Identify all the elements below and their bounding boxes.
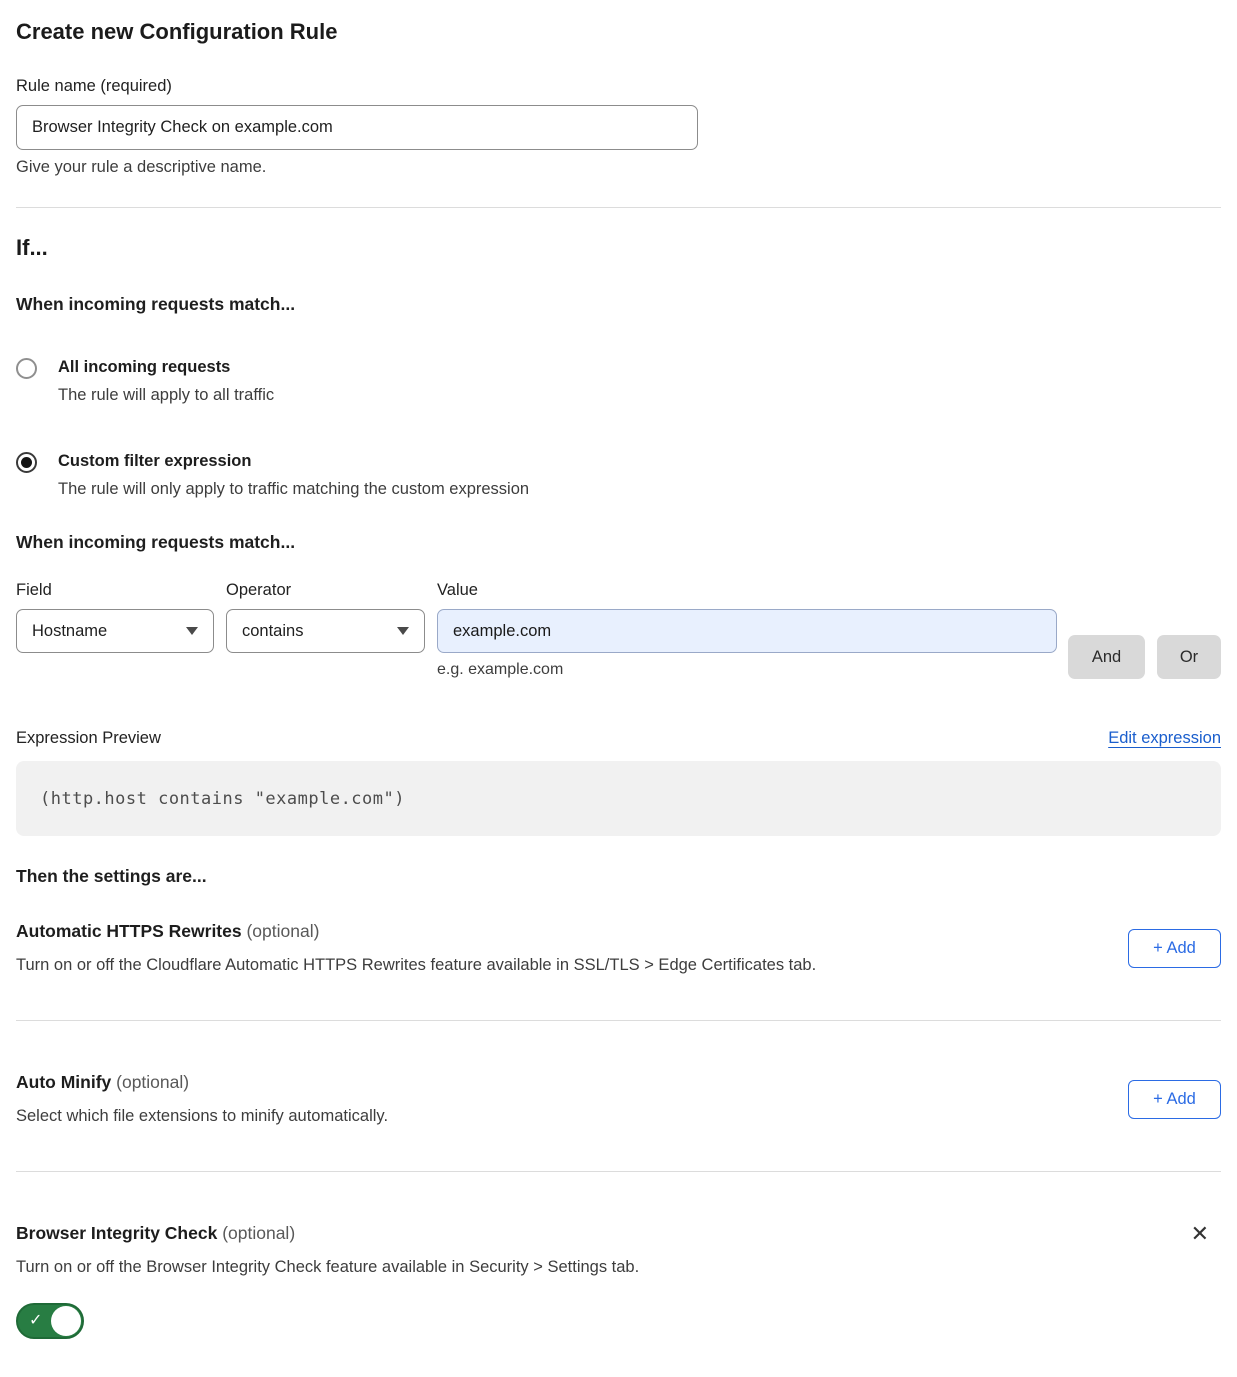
field-label: Field bbox=[16, 581, 214, 600]
create-configuration-rule-page: Create new Configuration Rule Rule name … bbox=[0, 0, 1237, 1359]
expression-preview-header: Expression Preview Edit expression bbox=[16, 729, 1221, 748]
radio-option-all-incoming[interactable]: All incoming requests The rule will appl… bbox=[16, 357, 1221, 405]
add-auto-minify-button[interactable]: + Add bbox=[1128, 1080, 1221, 1119]
setting-title: Auto Minify bbox=[16, 1072, 111, 1092]
setting-auto-minify: Auto Minify (optional) Select which file… bbox=[16, 1071, 1221, 1126]
page-title: Create new Configuration Rule bbox=[16, 18, 1221, 46]
builder-labels-row: Field Operator Value bbox=[16, 581, 1221, 600]
radio-description: The rule will only apply to traffic matc… bbox=[58, 479, 529, 499]
setting-title-row: Auto Minify (optional) bbox=[16, 1071, 388, 1093]
field-select[interactable]: Hostname bbox=[16, 609, 214, 653]
if-heading: If... bbox=[16, 235, 1221, 261]
and-button[interactable]: And bbox=[1068, 635, 1145, 679]
expression-preview-label: Expression Preview bbox=[16, 729, 161, 748]
radio-button-selected[interactable] bbox=[16, 452, 37, 473]
setting-title: Automatic HTTPS Rewrites bbox=[16, 921, 242, 941]
close-icon[interactable]: ✕ bbox=[1191, 1224, 1209, 1246]
then-heading: Then the settings are... bbox=[16, 866, 1221, 887]
setting-title: Browser Integrity Check bbox=[16, 1223, 217, 1243]
chevron-down-icon bbox=[397, 627, 409, 635]
expression-code: (http.host contains "example.com") bbox=[40, 789, 405, 809]
rule-name-input[interactable] bbox=[16, 105, 698, 150]
rule-name-help: Give your rule a descriptive name. bbox=[16, 158, 1221, 177]
section-divider bbox=[16, 207, 1221, 208]
expression-preview-box: (http.host contains "example.com") bbox=[16, 761, 1221, 836]
optional-tag: (optional) bbox=[222, 1223, 295, 1243]
setting-title-row: Automatic HTTPS Rewrites (optional) bbox=[16, 920, 816, 942]
or-button[interactable]: Or bbox=[1157, 635, 1221, 679]
field-select-value: Hostname bbox=[32, 622, 107, 641]
value-label: Value bbox=[437, 581, 1057, 600]
radio-button-unselected[interactable] bbox=[16, 358, 37, 379]
value-hint: e.g. example.com bbox=[437, 661, 1057, 679]
edit-expression-link[interactable]: Edit expression bbox=[1108, 729, 1221, 748]
builder-controls-row: Hostname contains e.g. example.com And O… bbox=[16, 609, 1221, 679]
optional-tag: (optional) bbox=[246, 921, 319, 941]
radio-label: All incoming requests bbox=[58, 357, 274, 377]
settings-divider bbox=[16, 1171, 1221, 1172]
value-input[interactable] bbox=[437, 609, 1057, 653]
setting-browser-integrity-check: Browser Integrity Check (optional) Turn … bbox=[16, 1222, 1221, 1339]
radio-option-custom-filter[interactable]: Custom filter expression The rule will o… bbox=[16, 451, 1221, 499]
operator-select-value: contains bbox=[242, 622, 303, 641]
setting-description: Turn on or off the Cloudflare Automatic … bbox=[16, 955, 816, 975]
chevron-down-icon bbox=[186, 627, 198, 635]
check-icon: ✓ bbox=[29, 1313, 42, 1329]
optional-tag: (optional) bbox=[116, 1072, 189, 1092]
builder-heading: When incoming requests match... bbox=[16, 532, 1221, 553]
browser-integrity-check-toggle[interactable]: ✓ bbox=[16, 1303, 84, 1339]
operator-select[interactable]: contains bbox=[226, 609, 425, 653]
radio-label: Custom filter expression bbox=[58, 451, 529, 471]
setting-title-row: Browser Integrity Check (optional) bbox=[16, 1222, 639, 1244]
match-heading: When incoming requests match... bbox=[16, 294, 1221, 315]
rule-name-label: Rule name (required) bbox=[16, 77, 1221, 96]
expression-builder: Field Operator Value Hostname contains e… bbox=[16, 581, 1221, 679]
settings-divider bbox=[16, 1020, 1221, 1021]
setting-texts: Auto Minify (optional) Select which file… bbox=[16, 1071, 388, 1126]
add-automatic-https-rewrites-button[interactable]: + Add bbox=[1128, 929, 1221, 968]
operator-label: Operator bbox=[226, 581, 425, 600]
toggle-knob[interactable] bbox=[51, 1306, 81, 1336]
setting-texts: Browser Integrity Check (optional) Turn … bbox=[16, 1222, 639, 1339]
setting-description: Select which file extensions to minify a… bbox=[16, 1106, 388, 1126]
setting-automatic-https-rewrites: Automatic HTTPS Rewrites (optional) Turn… bbox=[16, 920, 1221, 975]
radio-texts: Custom filter expression The rule will o… bbox=[58, 451, 529, 499]
setting-description: Turn on or off the Browser Integrity Che… bbox=[16, 1257, 639, 1277]
setting-texts: Automatic HTTPS Rewrites (optional) Turn… bbox=[16, 920, 816, 975]
radio-description: The rule will apply to all traffic bbox=[58, 385, 274, 405]
radio-texts: All incoming requests The rule will appl… bbox=[58, 357, 274, 405]
